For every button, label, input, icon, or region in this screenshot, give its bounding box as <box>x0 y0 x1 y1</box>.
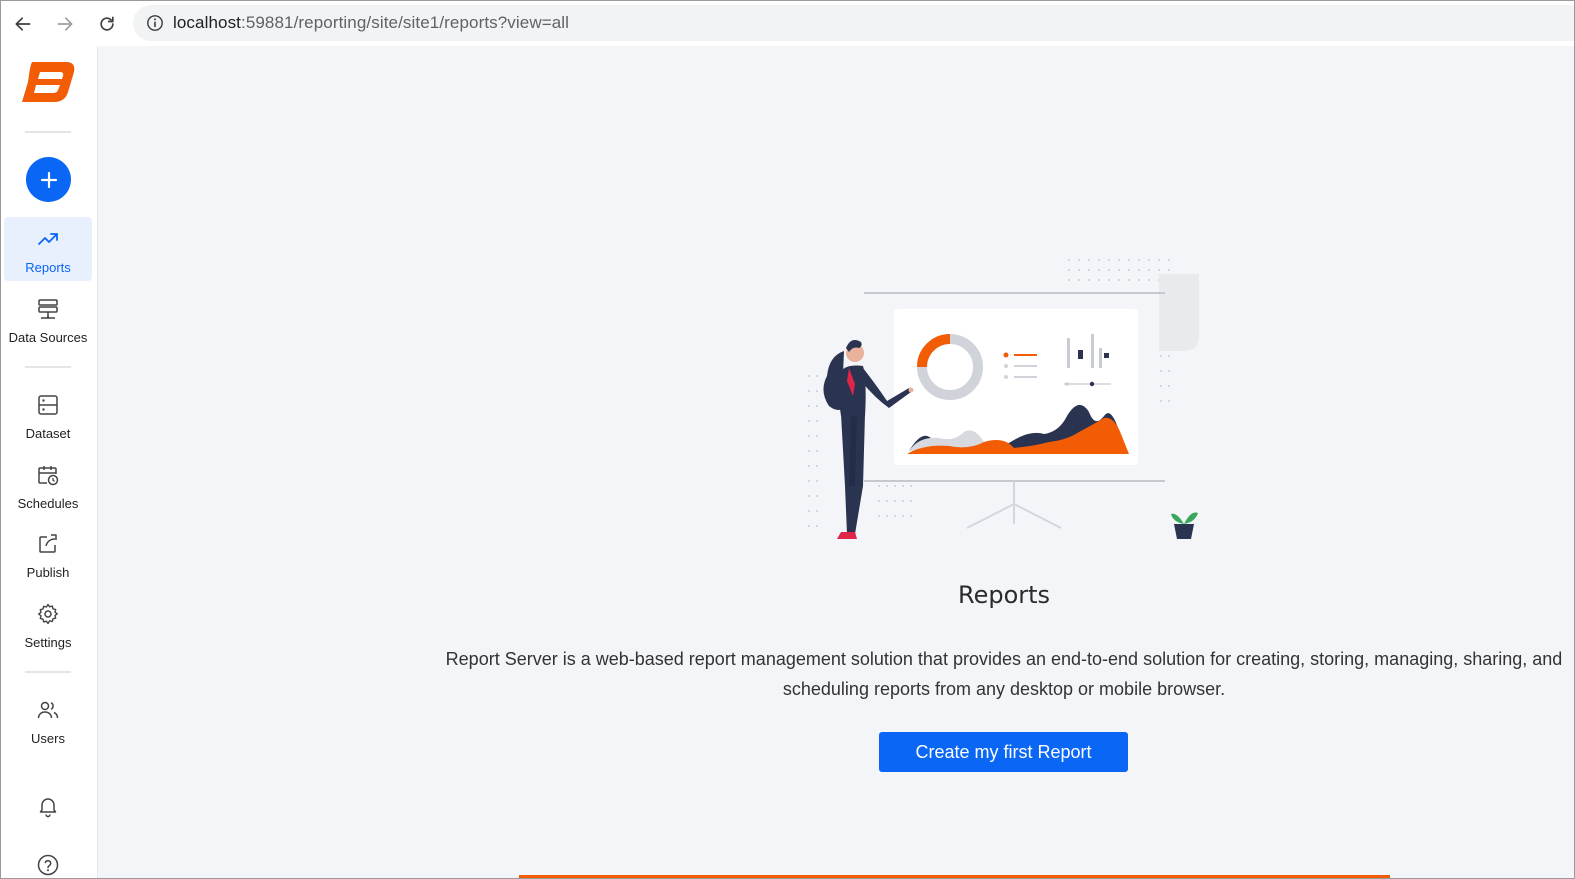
page-title: Reports <box>957 581 1051 609</box>
url-host: localhost <box>173 13 241 32</box>
calendar-clock-icon <box>35 462 61 488</box>
sidebar-item-schedules[interactable]: Schedules <box>4 453 92 517</box>
url-path: :59881/reporting/site/site1/reports?view… <box>241 13 570 32</box>
url-text: localhost:59881/reporting/site/site1/rep… <box>173 13 569 33</box>
sidebar-item-reports[interactable]: Reports <box>4 217 92 281</box>
sidebar-item-data-sources[interactable]: Data Sources <box>4 287 92 351</box>
browser-toolbar: localhost:59881/reporting/site/site1/rep… <box>1 1 1574 46</box>
address-bar[interactable]: localhost:59881/reporting/site/site1/rep… <box>133 5 1574 41</box>
sidebar-item-label: Reports <box>25 260 71 275</box>
bell-icon[interactable] <box>35 793 61 819</box>
back-icon[interactable] <box>3 4 43 44</box>
sidebar-item-dataset[interactable]: Dataset <box>4 383 92 447</box>
app-logo[interactable] <box>18 58 78 106</box>
share-icon <box>35 531 61 557</box>
reload-icon[interactable] <box>87 4 127 44</box>
sidebar-divider <box>25 366 71 368</box>
sidebar-item-users[interactable]: Users <box>4 688 92 752</box>
add-button[interactable] <box>26 157 71 202</box>
sidebar-item-label: Dataset <box>25 426 71 441</box>
create-first-report-button[interactable]: Create my first Report <box>879 732 1128 772</box>
gear-icon <box>35 601 61 627</box>
sidebar-item-label: Users <box>31 731 65 746</box>
orange-accent-bar <box>519 875 1390 878</box>
sidebar-item-label: Schedules <box>17 496 79 511</box>
sidebar-item-label: Publish <box>26 565 70 580</box>
sidebar-item-label: Data Sources <box>8 330 88 345</box>
sidebar: Reports Data Sources Dataset Schedules P… <box>1 46 98 878</box>
reports-illustration <box>808 259 1199 539</box>
server-icon <box>35 296 61 322</box>
sidebar-item-label: Settings <box>24 635 72 650</box>
sidebar-divider <box>25 671 71 673</box>
page-description: Report Server is a web-based report mana… <box>445 649 1563 699</box>
app-window: localhost:59881/reporting/site/site1/rep… <box>0 0 1575 879</box>
main-content: Reports Report Server is a web-based rep… <box>99 46 1574 878</box>
sidebar-divider <box>25 131 71 133</box>
dataset-icon <box>35 392 61 418</box>
plant-icon <box>1171 512 1198 539</box>
trending-up-icon <box>35 226 61 252</box>
forward-icon[interactable] <box>45 4 85 44</box>
help-icon[interactable] <box>35 852 61 878</box>
users-icon <box>35 697 61 723</box>
site-info-icon[interactable] <box>145 13 165 33</box>
sidebar-item-publish[interactable]: Publish <box>4 522 92 586</box>
sidebar-item-settings[interactable]: Settings <box>4 592 92 656</box>
